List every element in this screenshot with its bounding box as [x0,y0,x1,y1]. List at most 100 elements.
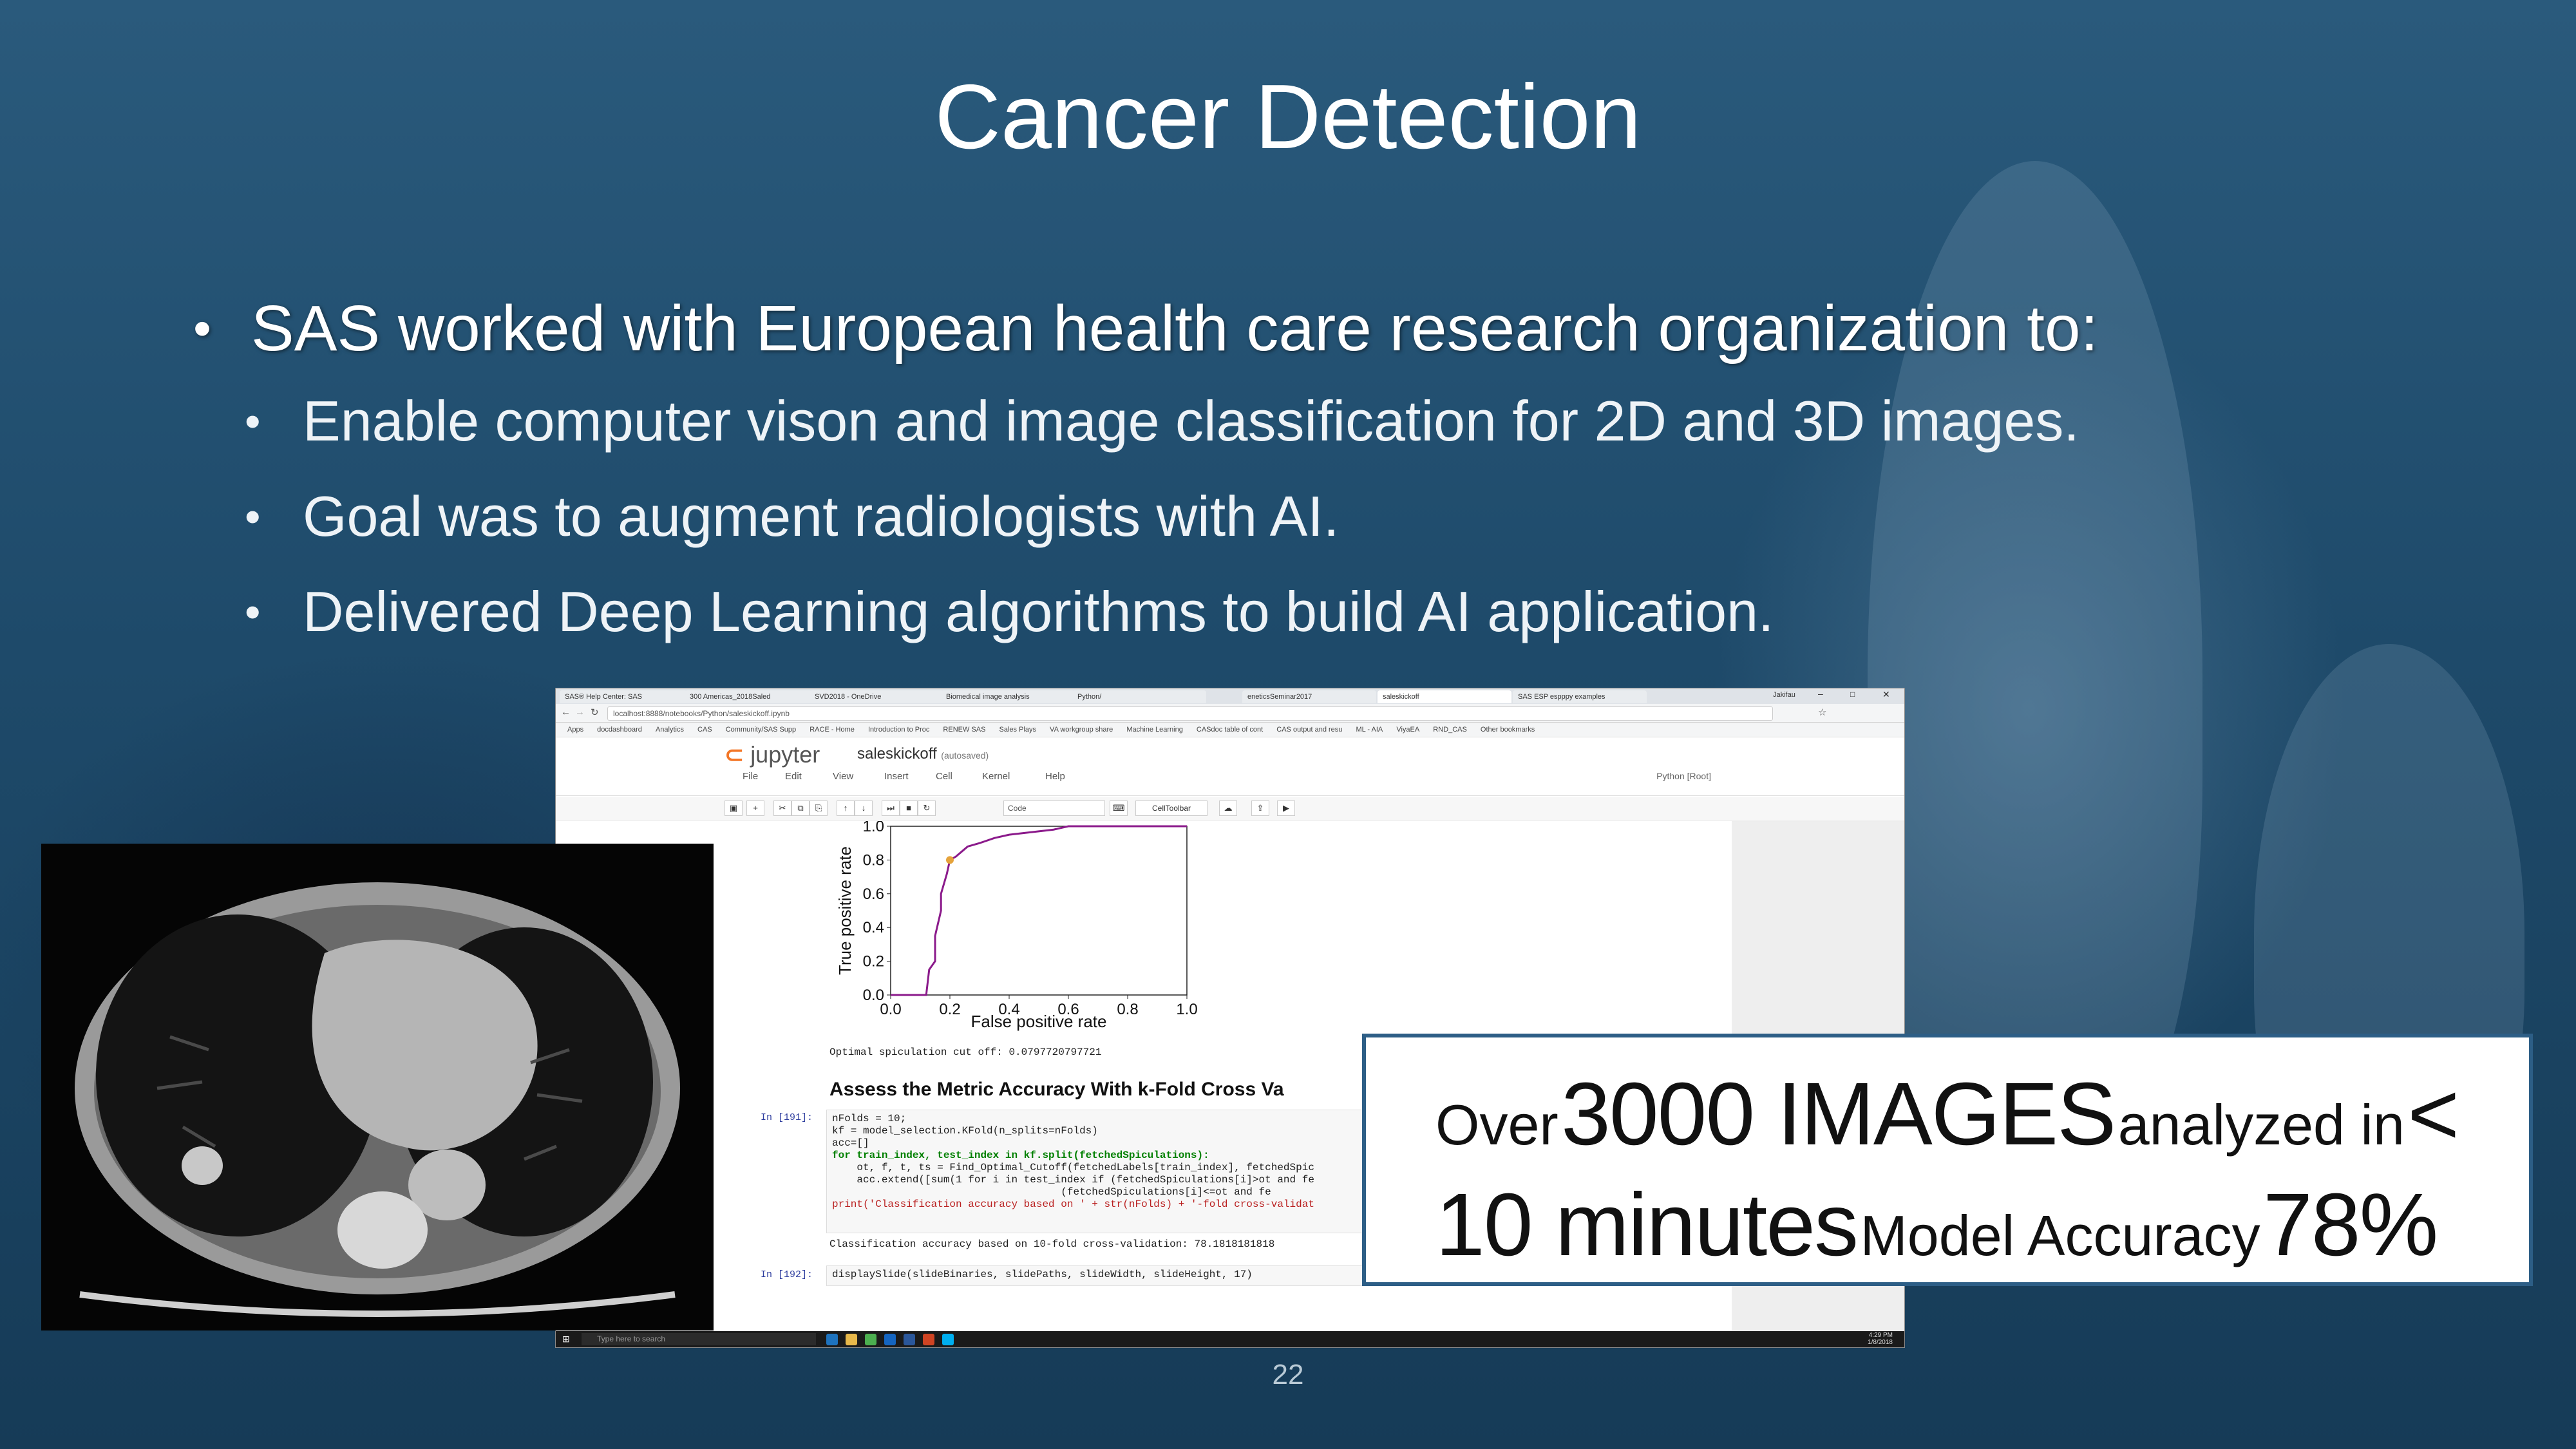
kernel-indicator: Python [Root] [1656,771,1711,781]
share-icon[interactable]: ⇪ [1251,800,1269,816]
bookmark[interactable]: RND_CAS [1433,723,1467,737]
y-tick-label: 0.2 [863,953,884,971]
bookmark[interactable]: RACE - Home [810,723,855,737]
autosave-status: (autosaved) [941,750,989,761]
callout-less-than: < [2407,1065,2459,1164]
bookmark[interactable]: CASdoc table of cont [1197,723,1263,737]
restart-icon[interactable]: ↻ [918,800,936,816]
notebook-name[interactable]: saleskickoff (autosaved) [857,745,989,763]
x-tick-label: 0.8 [1117,1001,1138,1018]
star-icon[interactable]: ☆ [1818,706,1826,718]
sub-bullet: • Enable computer vison and image classi… [193,374,2383,469]
cell-output: Classification accuracy based on 10-fold… [829,1238,1275,1250]
browser-tab-active[interactable]: saleskickoff [1378,690,1511,703]
edge-icon[interactable] [826,1334,838,1345]
windows-start-icon[interactable]: ⊞ [562,1334,570,1345]
close-icon[interactable]: ✕ [1882,689,1890,700]
menu-insert[interactable]: Insert [884,771,909,782]
bookmark[interactable]: Apps [567,723,583,737]
bookmark[interactable]: Other bookmarks [1481,723,1535,737]
menu-kernel[interactable]: Kernel [982,771,1010,782]
clock-time: 4:29 PM [1868,1332,1893,1339]
bookmark[interactable]: RENEW SAS [943,723,985,737]
chrome-icon[interactable] [865,1334,876,1345]
browser-tab[interactable]: SAS ESP espppy examples [1513,690,1647,703]
forward-icon[interactable]: → [575,706,585,717]
explorer-icon[interactable] [846,1334,857,1345]
skype-icon[interactable] [942,1334,954,1345]
plot-area [890,826,1188,996]
move-up-icon[interactable]: ↑ [837,800,855,816]
back-icon[interactable]: ← [561,706,571,717]
main-bullet: • SAS worked with European health care r… [193,283,2383,374]
bookmark[interactable]: CAS [697,723,712,737]
bookmark[interactable]: docdashboard [597,723,642,737]
menu-cell[interactable]: Cell [936,771,952,782]
address-bar-row: ← → ↻ localhost:8888/notebooks/Python/sa… [556,704,1904,723]
powerpoint-icon[interactable] [923,1334,934,1345]
present-icon[interactable]: ▶ [1277,800,1295,816]
move-down-icon[interactable]: ↓ [855,800,873,816]
bookmark[interactable]: CAS output and resu [1276,723,1342,737]
bookmark[interactable]: VA workgroup share [1050,723,1113,737]
sub-bullet-text: Delivered Deep Learning algorithms to bu… [303,580,1774,643]
menu-file[interactable]: File [743,771,758,782]
bookmark[interactable]: Sales Plays [999,723,1036,737]
callout-line-2: 10 minutes Model Accuracy 78% [1435,1174,2438,1276]
code-line: nFolds = 10; [832,1113,907,1124]
x-tick-label: 0.0 [880,1001,901,1018]
maximize-icon[interactable]: □ [1850,690,1855,699]
celltoolbar-button[interactable]: CellToolbar [1135,800,1208,816]
y-tick-label: 1.0 [863,821,884,835]
stop-icon[interactable]: ■ [900,800,918,816]
copy-icon[interactable]: ⧉ [791,800,810,816]
minimize-icon[interactable]: – [1818,688,1823,699]
menu-edit[interactable]: Edit [785,771,802,782]
code-line: print('Classification accuracy based on … [832,1198,1314,1210]
browser-tab[interactable]: Biomedical image analysis [941,690,1075,703]
keyboard-icon[interactable]: ⌨ [1110,800,1128,816]
callout-accuracy-value: 78% [2263,1175,2438,1274]
bookmark[interactable]: Community/SAS Supp [726,723,796,737]
stats-callout: Over 3000 IMAGES analyzed in < 10 minute… [1362,1034,2533,1286]
code-line: acc.extend([sum(1 for i in test_index if… [832,1174,1314,1186]
code-line: ot, f, t, ts = Find_Optimal_Cutoff(fetch… [832,1162,1314,1173]
browser-tab[interactable]: Python/ [1072,690,1206,703]
bookmark[interactable]: Machine Learning [1126,723,1182,737]
menu-help[interactable]: Help [1045,771,1065,782]
browser-tab[interactable]: 300 Americas_2018Saled [685,690,812,703]
cut-icon[interactable]: ✂ [773,800,791,816]
word-icon[interactable] [904,1334,915,1345]
bookmark[interactable]: ViyaEA [1396,723,1419,737]
code-text: nFolds = 10; kf = model_selection.KFold(… [832,1113,1314,1211]
upload-icon[interactable]: ☁ [1219,800,1237,816]
taskbar-search-input[interactable]: Type here to search [582,1333,816,1345]
y-tick-label: 0.4 [863,919,884,936]
paste-icon[interactable]: ⎘ [810,800,828,816]
url-input[interactable]: localhost:8888/notebooks/Python/saleskic… [607,706,1773,721]
browser-tab[interactable]: SAS® Help Center: SAS [560,690,687,703]
ct-spine [337,1191,428,1269]
reload-icon[interactable]: ↻ [591,706,599,718]
y-ticks: 0.00.20.40.60.81.0 [863,821,891,1004]
save-icon[interactable]: ▣ [724,800,743,816]
taskbar-clock[interactable]: 4:29 PM 1/8/2018 [1868,1332,1893,1346]
main-bullet-text: SAS worked with European health care res… [251,292,2099,365]
bookmark[interactable]: Introduction to Proc [868,723,929,737]
outlook-icon[interactable] [884,1334,896,1345]
jupyter-logo[interactable]: ⊂ jupyter [724,741,820,768]
jupyter-toolbar: ▣ + ✂ ⧉ ⎘ ↑ ↓ ⏭ ■ ↻ Code ⌨ CellToolbar ☁… [556,797,1904,820]
x-tick-label: 1.0 [1176,1001,1197,1018]
add-cell-icon[interactable]: + [746,800,764,816]
ct-scan-image [41,844,714,1331]
code-line: for train_index, test_index in kf.split(… [832,1150,1209,1161]
slide-title: Cancer Detection [934,66,1642,168]
cell-type-select[interactable]: Code [1003,800,1105,816]
browser-tab[interactable]: SVD2018 - OneDrive [810,690,943,703]
bullet-dot: • [193,299,212,357]
run-icon[interactable]: ⏭ [882,800,900,816]
menu-view[interactable]: View [833,771,853,782]
bookmark[interactable]: ML - AIA [1356,723,1383,737]
bookmark[interactable]: Analytics [656,723,684,737]
browser-tab[interactable]: eneticsSeminar2017 [1242,690,1376,703]
